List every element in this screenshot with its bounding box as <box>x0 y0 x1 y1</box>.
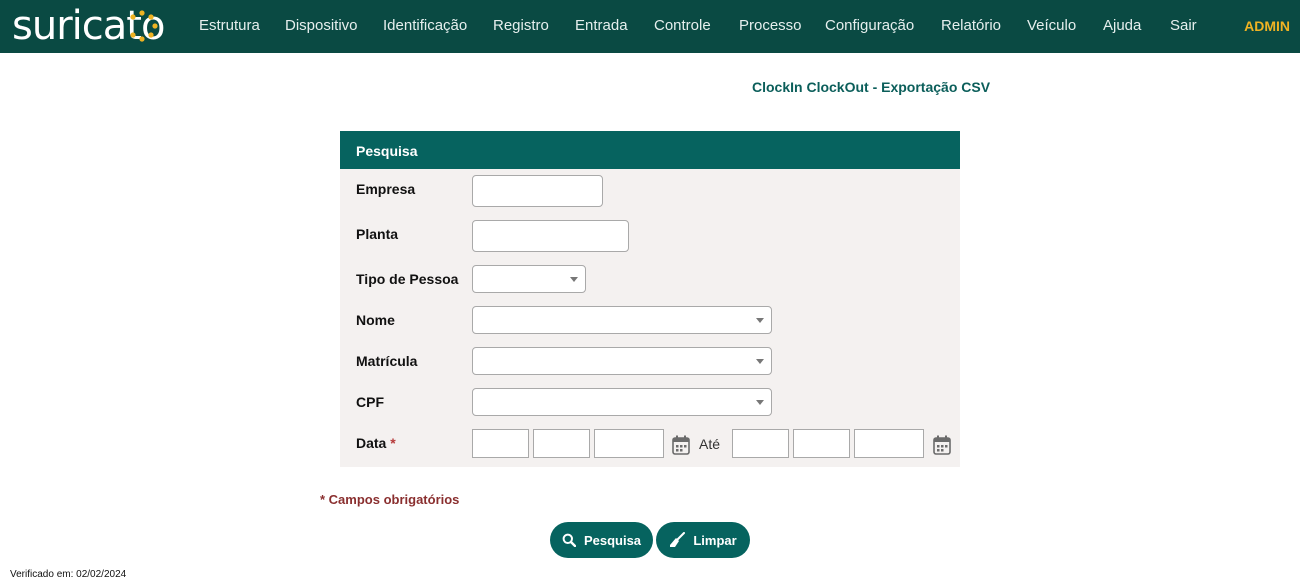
nav-ajuda[interactable]: Ajuda <box>1103 17 1141 34</box>
end-day-input[interactable] <box>732 429 789 458</box>
nav-processo[interactable]: Processo <box>739 17 802 34</box>
calendar-icon[interactable] <box>672 435 690 455</box>
chevron-down-icon <box>570 277 578 282</box>
cpf-label: CPF <box>356 394 384 410</box>
required-fields-note: * Campos obrigatórios <box>320 492 460 507</box>
cpf-select[interactable] <box>472 388 772 416</box>
logo-dots-icon <box>130 10 158 42</box>
start-year-input[interactable] <box>594 429 664 458</box>
empresa-label: Empresa <box>356 181 416 197</box>
nav-entrada[interactable]: Entrada <box>575 17 628 34</box>
start-day-input[interactable] <box>472 429 529 458</box>
chevron-down-icon <box>756 359 764 364</box>
broom-icon <box>669 532 686 548</box>
data-label: Data * <box>356 435 396 451</box>
planta-input[interactable] <box>472 220 629 252</box>
required-mark: * <box>390 435 396 451</box>
clear-button-label: Limpar <box>693 532 737 548</box>
nav-relatorio[interactable]: Relatório <box>941 17 1001 34</box>
date-range-separator: Até <box>699 436 721 452</box>
nav-registro[interactable]: Registro <box>493 17 549 34</box>
page-title: ClockIn ClockOut - Exportação CSV <box>752 79 991 95</box>
nav-veiculo[interactable]: Veículo <box>1027 17 1076 34</box>
tipo-pessoa-select[interactable] <box>472 265 586 293</box>
search-panel: Pesquisa Empresa Planta Tipo de Pessoa N… <box>340 131 960 467</box>
nav-estrutura[interactable]: Estrutura <box>199 17 260 34</box>
tipo-pessoa-label: Tipo de Pessoa <box>356 271 459 287</box>
matricula-label: Matrícula <box>356 353 418 369</box>
panel-header: Pesquisa <box>340 131 960 169</box>
user-label[interactable]: ADMIN <box>1244 18 1290 34</box>
end-year-input[interactable] <box>854 429 924 458</box>
nome-label: Nome <box>356 312 395 328</box>
search-button[interactable]: Pesquisa <box>550 522 653 558</box>
nav-configuracao[interactable]: Configuração <box>825 17 914 34</box>
matricula-select[interactable] <box>472 347 772 375</box>
top-navbar: suricato Estrutura Dispositivo Identific… <box>0 0 1300 53</box>
nav-dispositivo[interactable]: Dispositivo <box>285 17 358 34</box>
end-month-input[interactable] <box>793 429 850 458</box>
chevron-down-icon <box>756 318 764 323</box>
start-month-input[interactable] <box>533 429 590 458</box>
nome-select[interactable] <box>472 306 772 334</box>
chevron-down-icon <box>756 400 764 405</box>
data-label-text: Data <box>356 435 387 451</box>
calendar-icon[interactable] <box>933 435 951 455</box>
nav-sair[interactable]: Sair <box>1170 17 1197 34</box>
clear-button[interactable]: Limpar <box>656 522 750 558</box>
planta-label: Planta <box>356 226 399 242</box>
verified-date: Verificado em: 02/02/2024 <box>10 569 127 580</box>
search-button-label: Pesquisa <box>583 532 642 548</box>
empresa-input[interactable] <box>472 175 603 207</box>
nav-identificacao[interactable]: Identificação <box>383 17 467 34</box>
nav-controle[interactable]: Controle <box>654 17 711 34</box>
search-icon <box>562 533 576 547</box>
